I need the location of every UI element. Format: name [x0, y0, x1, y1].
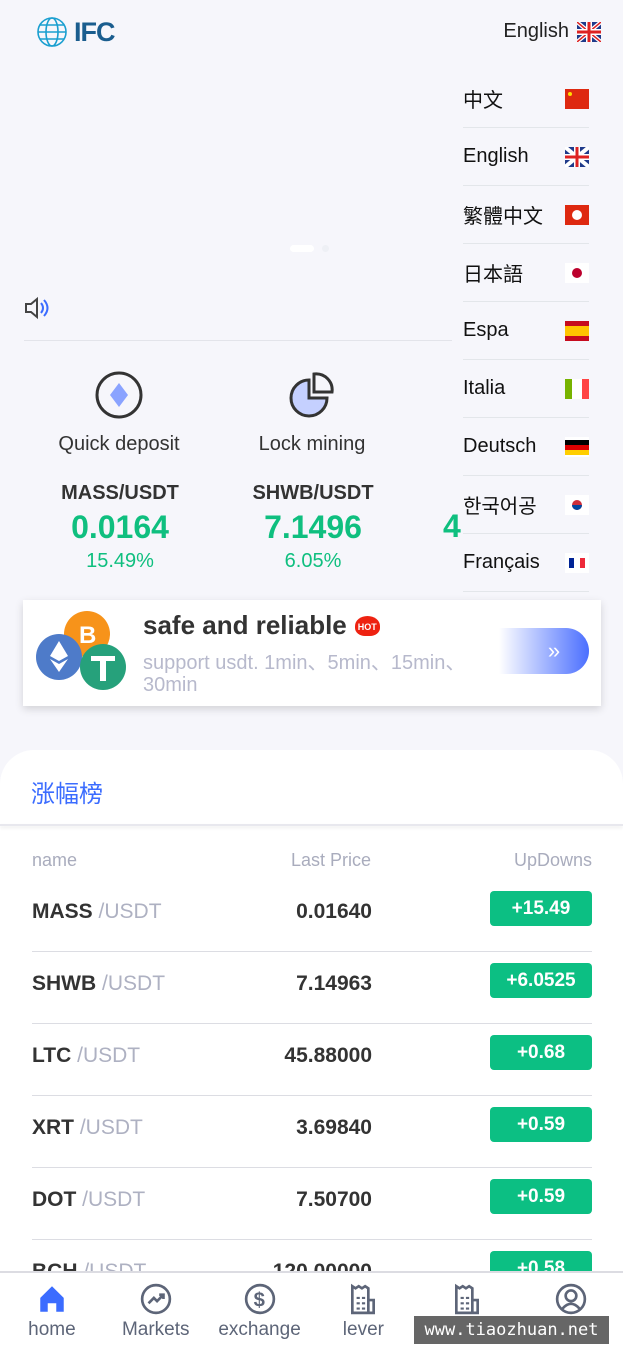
language-option[interactable]: English [463, 128, 589, 186]
ticker-card[interactable]: MASS/USDT 0.0164 15.49% [35, 482, 205, 573]
receipt-icon [351, 1283, 376, 1315]
column-header: Last Price [290, 850, 371, 870]
crypto-coins-icon: B [36, 611, 126, 690]
nav-Markets[interactable]: Markets [104, 1273, 208, 1348]
trend-icon [140, 1283, 171, 1315]
carousel-dot[interactable] [290, 245, 314, 252]
uk-flag-icon [565, 146, 589, 167]
table-row[interactable]: LTC /USDT 45.88000 +0.68 [32, 1024, 592, 1096]
divider [24, 340, 452, 341]
language-option[interactable]: Espa [463, 302, 589, 360]
change-badge: +0.68 [490, 1035, 592, 1070]
ticker-price-partial: 4 [443, 508, 461, 544]
nav-exchange[interactable]: $ exchange [208, 1273, 312, 1348]
nav-home[interactable]: home [0, 1273, 104, 1348]
home-icon [40, 1286, 64, 1312]
tab-gainers[interactable]: 涨幅榜 [31, 774, 103, 809]
promo-banner[interactable]: B safe and reliable HOT support usdt. 1m… [23, 600, 601, 706]
language-option[interactable]: Italia [463, 360, 589, 418]
hot-fire-icon: HOT [354, 615, 380, 636]
column-header: UpDowns [513, 850, 592, 870]
hk-flag-icon [565, 204, 589, 225]
change-badge: +0.59 [490, 1107, 592, 1142]
language-option[interactable]: 한국어공 [463, 476, 589, 534]
language-option[interactable]: Français [463, 534, 589, 592]
language-menu: 中文 English 繁體中文 日本語 Espa Italia Deutsch 한국어공 Fra… [463, 70, 589, 592]
carousel-dots [290, 245, 329, 252]
chevrons-right-button[interactable]: » [499, 628, 589, 674]
it-flag-icon [565, 378, 589, 399]
globe-icon [37, 17, 67, 47]
language-option[interactable]: 日本語 [463, 244, 589, 302]
kr-flag-icon [565, 494, 589, 515]
cn-flag-icon [565, 88, 589, 109]
svg-text:B: B [79, 622, 96, 649]
language-option[interactable]: 繁體中文 [463, 186, 589, 244]
table-row[interactable]: XRT /USDT 3.69840 +0.59 [32, 1096, 592, 1168]
es-flag-icon [565, 320, 589, 341]
lock-mining-button[interactable]: Lock mining [232, 370, 392, 456]
dollar-icon: $ [244, 1283, 275, 1315]
receipt-icon [455, 1283, 480, 1315]
carousel-dot[interactable] [322, 245, 329, 252]
user-icon [555, 1283, 587, 1315]
gainers-panel: 涨幅榜 name Last Price UpDowns MASS /USDT 0… [0, 750, 623, 1350]
divider [0, 824, 623, 826]
jp-flag-icon [565, 262, 589, 283]
quick-deposit-button[interactable]: Quick deposit [39, 370, 199, 456]
change-badge: +15.49 [490, 891, 592, 926]
table-row[interactable]: MASS /USDT 0.01640 +15.49 [32, 880, 592, 952]
logo: IFC [36, 16, 115, 48]
change-badge: +6.0525 [490, 963, 592, 998]
ticker-card[interactable]: SHWB/USDT 7.1496 6.05% [228, 482, 398, 573]
watermark: www.tiaozhuan.net [414, 1316, 609, 1344]
language-option[interactable]: Deutsch [463, 418, 589, 476]
fr-flag-icon [565, 552, 589, 573]
change-badge: +0.59 [490, 1179, 592, 1214]
nav-lever[interactable]: lever [311, 1273, 415, 1348]
speaker-icon [24, 296, 50, 325]
language-option[interactable]: 中文 [463, 70, 589, 128]
table-row[interactable]: DOT /USDT 7.50700 +0.59 [32, 1168, 592, 1240]
de-flag-icon [565, 436, 589, 457]
diamond-circle-icon [95, 371, 143, 419]
uk-flag-icon [577, 21, 601, 42]
column-header: name [32, 850, 78, 870]
svg-text:$: $ [253, 1289, 264, 1311]
language-selector[interactable]: English [503, 20, 601, 43]
pie-chart-icon [289, 372, 334, 418]
table-row[interactable]: SHWB /USDT 7.14963 +6.0525 [32, 952, 592, 1024]
